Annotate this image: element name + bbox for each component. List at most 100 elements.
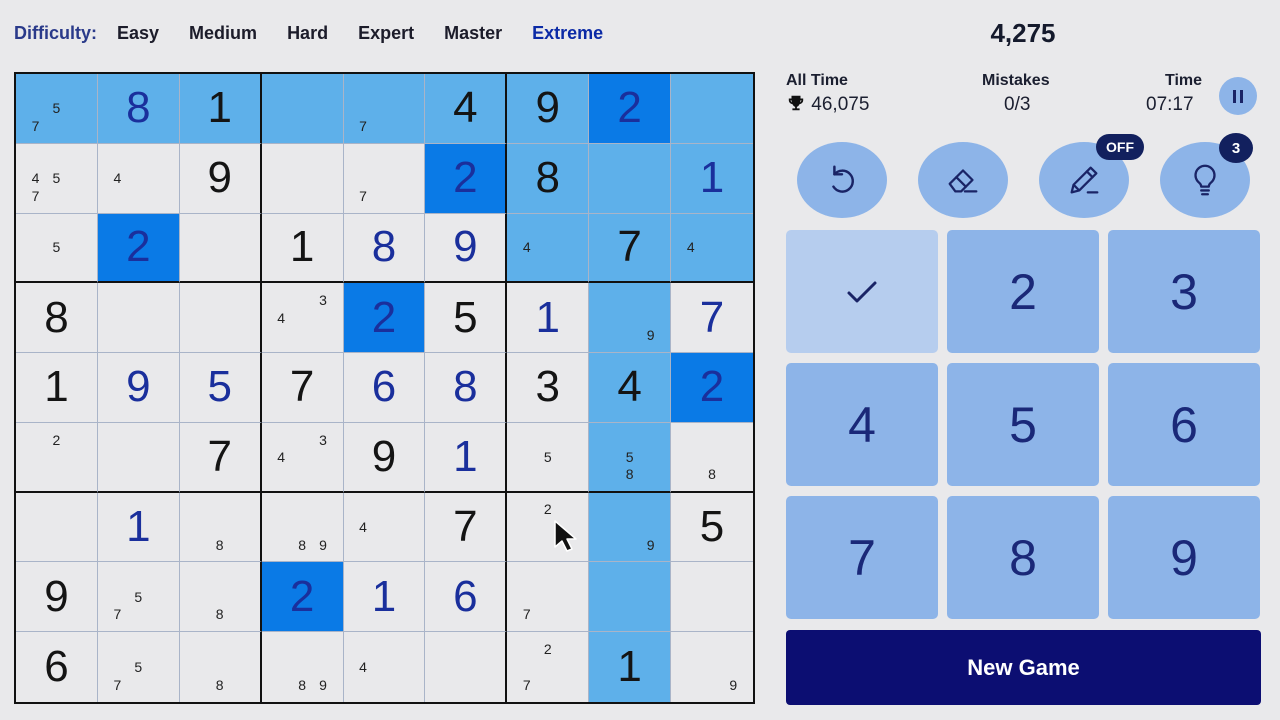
cell-r9c4[interactable]: 89 bbox=[262, 632, 344, 702]
cell-r6c7[interactable]: 5 bbox=[507, 422, 590, 493]
cell-r8c8[interactable] bbox=[589, 562, 672, 633]
pause-button[interactable] bbox=[1219, 77, 1257, 115]
cell-r8c9[interactable] bbox=[671, 562, 753, 633]
cell-r9c7[interactable]: 27 bbox=[507, 632, 590, 702]
cell-r5c4[interactable]: 7 bbox=[261, 353, 344, 423]
difficulty-expert[interactable]: Expert bbox=[358, 23, 414, 44]
cell-r3c9[interactable]: 4 bbox=[671, 213, 753, 284]
cell-r7c8[interactable]: 9 bbox=[589, 492, 672, 563]
cell-r9c6[interactable] bbox=[425, 632, 508, 702]
cell-r4c9[interactable]: 7 bbox=[671, 283, 753, 354]
cell-r3c6[interactable]: 9 bbox=[425, 213, 508, 284]
numpad-key-8[interactable]: 8 bbox=[947, 496, 1099, 619]
numpad-key-5[interactable]: 5 bbox=[947, 363, 1099, 486]
cell-r7c3[interactable]: 8 bbox=[179, 492, 262, 563]
cell-r6c5[interactable]: 9 bbox=[343, 422, 426, 493]
cell-r6c2[interactable] bbox=[97, 422, 180, 493]
cell-r2c2[interactable]: 4 bbox=[97, 143, 180, 214]
cell-r8c6[interactable]: 6 bbox=[425, 562, 508, 633]
numpad-key-6[interactable]: 6 bbox=[1108, 363, 1260, 486]
cell-r7c1[interactable] bbox=[16, 492, 98, 563]
cell-r8c7[interactable]: 7 bbox=[507, 562, 590, 633]
cell-r9c5[interactable]: 4 bbox=[344, 632, 426, 702]
cell-r2c1[interactable]: 457 bbox=[16, 143, 98, 214]
cell-r6c4[interactable]: 34 bbox=[261, 422, 344, 493]
cell-r3c2[interactable]: 2 bbox=[97, 213, 180, 284]
difficulty-extreme[interactable]: Extreme bbox=[532, 23, 603, 44]
cell-r7c6[interactable]: 7 bbox=[425, 492, 508, 563]
cell-r2c9[interactable]: 1 bbox=[671, 143, 753, 214]
cell-r9c9[interactable]: 9 bbox=[671, 632, 753, 702]
cell-r4c8[interactable]: 9 bbox=[589, 283, 672, 354]
difficulty-hard[interactable]: Hard bbox=[287, 23, 328, 44]
cell-r8c2[interactable]: 57 bbox=[97, 562, 180, 633]
cell-r7c2[interactable]: 1 bbox=[97, 492, 180, 563]
cell-r6c3[interactable]: 7 bbox=[179, 422, 262, 493]
cell-r2c3[interactable]: 9 bbox=[179, 143, 262, 214]
cell-r8c5[interactable]: 1 bbox=[343, 562, 426, 633]
numpad-key-1[interactable] bbox=[786, 230, 938, 353]
cell-r1c6[interactable]: 4 bbox=[425, 74, 508, 144]
cell-r5c3[interactable]: 5 bbox=[179, 353, 262, 423]
cell-r2c7[interactable]: 8 bbox=[507, 143, 590, 214]
erase-button[interactable] bbox=[918, 142, 1008, 218]
cell-r3c3[interactable] bbox=[179, 213, 262, 284]
cell-r1c2[interactable]: 8 bbox=[97, 74, 180, 144]
difficulty-master[interactable]: Master bbox=[444, 23, 502, 44]
cell-r1c1[interactable]: 57 bbox=[16, 74, 98, 144]
cell-r7c9[interactable]: 5 bbox=[671, 493, 753, 563]
cell-r4c6[interactable]: 5 bbox=[425, 283, 508, 354]
cell-r9c1[interactable]: 6 bbox=[16, 632, 98, 702]
numpad-key-3[interactable]: 3 bbox=[1108, 230, 1260, 353]
cell-r4c2[interactable] bbox=[97, 283, 180, 354]
cell-r1c4[interactable] bbox=[261, 74, 344, 144]
numpad-key-4[interactable]: 4 bbox=[786, 363, 938, 486]
numpad-key-9[interactable]: 9 bbox=[1108, 496, 1260, 619]
cell-r8c1[interactable]: 9 bbox=[16, 562, 98, 633]
cell-r1c7[interactable]: 9 bbox=[507, 74, 590, 144]
cell-r4c7[interactable]: 1 bbox=[507, 283, 590, 354]
cell-r9c3[interactable]: 8 bbox=[180, 632, 262, 702]
cell-r2c5[interactable]: 7 bbox=[343, 143, 426, 214]
cell-r6c8[interactable]: 58 bbox=[589, 422, 672, 493]
cell-r4c5[interactable]: 2 bbox=[343, 283, 426, 354]
cell-r4c3[interactable] bbox=[179, 283, 262, 354]
new-game-button[interactable]: New Game bbox=[786, 630, 1261, 705]
cell-r3c7[interactable]: 4 bbox=[507, 213, 590, 284]
cell-r1c9[interactable] bbox=[671, 74, 753, 144]
numpad-key-2[interactable]: 2 bbox=[947, 230, 1099, 353]
cell-r5c7[interactable]: 3 bbox=[507, 353, 590, 423]
cell-r1c3[interactable]: 1 bbox=[179, 74, 262, 144]
undo-button[interactable] bbox=[797, 142, 887, 218]
cell-r5c1[interactable]: 1 bbox=[16, 353, 98, 423]
cell-r4c1[interactable]: 8 bbox=[16, 283, 98, 354]
cell-r3c8[interactable]: 7 bbox=[589, 213, 672, 284]
cell-r4c4[interactable]: 34 bbox=[261, 283, 344, 354]
cell-r5c2[interactable]: 9 bbox=[97, 353, 180, 423]
cell-r6c9[interactable]: 8 bbox=[671, 423, 753, 493]
cell-r7c5[interactable]: 4 bbox=[343, 492, 426, 563]
cell-r5c6[interactable]: 8 bbox=[425, 353, 508, 423]
cell-r1c8[interactable]: 2 bbox=[589, 74, 672, 144]
cell-r3c5[interactable]: 8 bbox=[343, 213, 426, 284]
cell-r3c4[interactable]: 1 bbox=[261, 213, 344, 284]
cell-r1c5[interactable]: 7 bbox=[343, 74, 426, 144]
cell-r9c2[interactable]: 57 bbox=[98, 632, 180, 702]
cell-r8c3[interactable]: 8 bbox=[179, 562, 262, 633]
cell-r7c4[interactable]: 89 bbox=[261, 492, 344, 563]
cell-r5c8[interactable]: 4 bbox=[589, 353, 672, 423]
difficulty-easy[interactable]: Easy bbox=[117, 23, 159, 44]
difficulty-medium[interactable]: Medium bbox=[189, 23, 257, 44]
cell-r2c4[interactable] bbox=[261, 143, 344, 214]
cell-r6c1[interactable]: 2 bbox=[16, 422, 98, 493]
cell-r8c4[interactable]: 2 bbox=[261, 562, 344, 633]
cell-r2c6[interactable]: 2 bbox=[425, 143, 508, 214]
cell-r9c8[interactable]: 1 bbox=[589, 632, 672, 702]
cell-r3c1[interactable]: 5 bbox=[16, 213, 98, 284]
cell-r6c6[interactable]: 1 bbox=[425, 422, 508, 493]
cell-r2c8[interactable] bbox=[589, 143, 672, 214]
cell-r5c9[interactable]: 2 bbox=[671, 353, 753, 423]
cell-r5c5[interactable]: 6 bbox=[343, 353, 426, 423]
numpad-key-7[interactable]: 7 bbox=[786, 496, 938, 619]
cell-value: 9 bbox=[207, 153, 232, 203]
